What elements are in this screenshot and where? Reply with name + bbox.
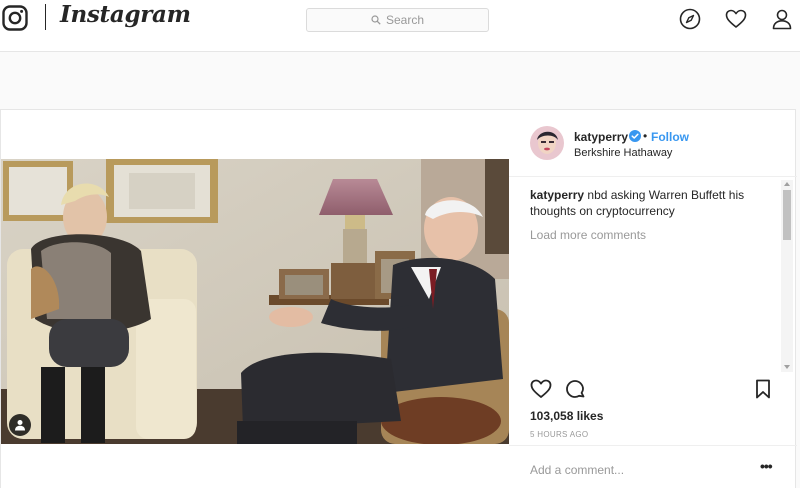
scrollbar-thumb[interactable] [783, 190, 791, 240]
post-card: katyperry • Follow Berkshire Hathaway ka… [0, 109, 797, 488]
scroll-down-arrow[interactable] [784, 365, 790, 369]
more-options-button[interactable]: ••• [760, 458, 773, 474]
verified-badge-icon [629, 130, 641, 142]
search-placeholder: Search [385, 13, 425, 27]
post-caption: katyperry nbd asking Warren Buffett his … [530, 187, 780, 219]
avatar-image [530, 126, 564, 160]
post-header: katyperry • Follow Berkshire Hathaway [509, 110, 797, 177]
nav-divider [45, 4, 46, 30]
comments-scrollbar[interactable] [781, 180, 793, 372]
add-comment-row: ••• [509, 445, 797, 488]
separator-bullet: • [643, 129, 648, 143]
comment-bubble-icon[interactable] [564, 378, 586, 400]
scroll-up-arrow[interactable] [784, 182, 790, 186]
bookmark-icon[interactable] [752, 378, 774, 400]
top-navigation-bar: Instagram Search [0, 0, 800, 52]
comments-section: katyperry nbd asking Warren Buffett his … [530, 187, 780, 242]
compass-icon[interactable] [679, 8, 701, 30]
post-sidebar: katyperry • Follow Berkshire Hathaway ka… [509, 110, 797, 488]
post-author-username[interactable]: katyperry [574, 130, 628, 144]
post-photo[interactable] [1, 159, 509, 444]
instagram-glyph-icon[interactable] [2, 5, 28, 31]
tagged-user-icon [15, 420, 25, 431]
post-location[interactable]: Berkshire Hathaway [574, 147, 672, 159]
post-actions [530, 378, 780, 402]
likes-count[interactable]: 103,058 likes [530, 409, 603, 423]
caption-username[interactable]: katyperry [530, 188, 584, 202]
follow-button[interactable]: Follow [651, 130, 689, 144]
person-icon[interactable] [771, 8, 793, 30]
heart-outline-icon[interactable] [530, 378, 552, 400]
search-icon [371, 15, 381, 25]
search-box[interactable]: Search [306, 8, 489, 32]
tagged-users-badge[interactable] [9, 414, 31, 436]
load-more-comments-link[interactable]: Load more comments [530, 228, 780, 242]
photo-illustration [1, 159, 509, 444]
instagram-wordmark[interactable]: Instagram [60, 1, 191, 28]
add-comment-input[interactable] [530, 463, 740, 477]
avatar[interactable] [530, 126, 564, 160]
post-timestamp[interactable]: 5 HOURS AGO [530, 430, 588, 439]
heart-icon[interactable] [725, 8, 747, 30]
